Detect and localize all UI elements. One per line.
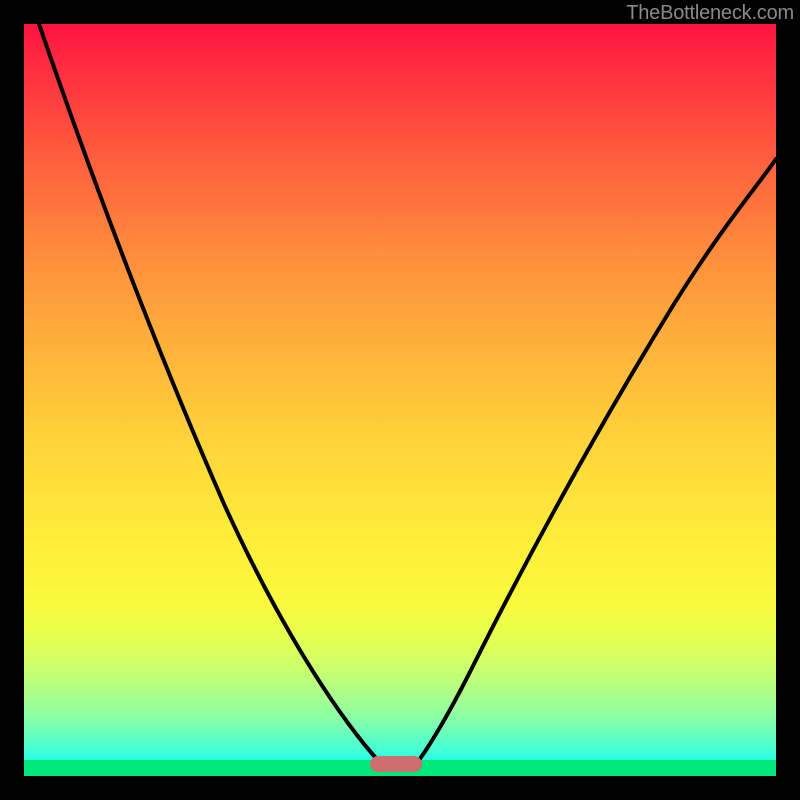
bottleneck-marker (370, 756, 422, 772)
watermark-text: TheBottleneck.com (626, 2, 794, 25)
bottleneck-curve (24, 24, 776, 776)
right-curve-path (416, 159, 776, 764)
left-curve-path (39, 24, 382, 764)
plot-area (24, 24, 776, 776)
